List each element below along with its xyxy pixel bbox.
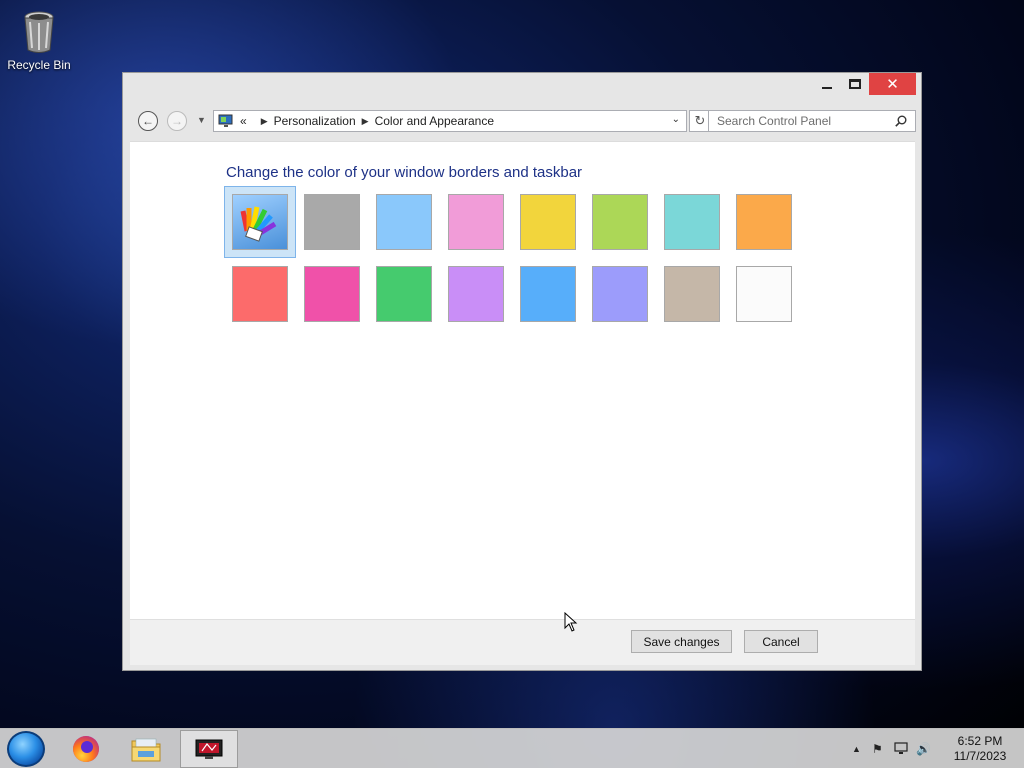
firefox-icon [73,736,99,762]
color-swatch[interactable] [376,194,432,250]
title-bar[interactable]: ✕ [123,73,921,97]
address-overflow[interactable]: « [240,114,247,128]
cancel-button[interactable]: Cancel [744,630,818,653]
navigation-bar: ← → ▼ « ▶ Personalization ▶ Color and Ap… [123,107,921,139]
color-swatch[interactable] [232,266,288,322]
color-swatch[interactable] [448,194,504,250]
volume-icon[interactable]: 🔊 [916,742,931,756]
taskbar-firefox[interactable] [57,730,115,768]
taskbar-control-panel[interactable] [180,730,238,768]
search-placeholder: Search Control Panel [717,114,832,128]
recycle-bin-icon [22,10,56,54]
color-swatch[interactable] [736,194,792,250]
forward-arrow-icon: → [171,114,183,128]
search-icon[interactable] [895,115,907,127]
recycle-bin-label: Recycle Bin [7,58,71,72]
clock-date: 11/7/2023 [953,749,1007,763]
breadcrumb-personalization[interactable]: Personalization [274,114,356,128]
color-palette-icon [232,194,288,250]
footer-bar: Save changes Cancel [130,619,915,665]
color-swatch[interactable] [520,266,576,322]
color-swatch[interactable] [520,194,576,250]
recent-pages-dropdown-icon[interactable]: ▼ [197,115,206,125]
breadcrumb-color-and-appearance[interactable]: Color and Appearance [375,114,494,128]
taskbar: ▲ ⚑ 🔊 6:52 PM 11/7/2023 [0,728,1024,768]
address-bar[interactable]: « ▶ Personalization ▶ Color and Appearan… [213,110,687,132]
color-swatch[interactable] [304,194,360,250]
close-icon: ✕ [886,76,899,93]
show-hidden-icons-icon[interactable]: ▲ [852,744,861,754]
content-pane: Change the color of your window borders … [130,141,915,619]
clock[interactable]: 6:52 PM 11/7/2023 [950,734,1010,764]
network-icon[interactable] [894,742,908,758]
search-input[interactable]: Search Control Panel [708,110,916,132]
color-swatch[interactable] [592,266,648,322]
system-tray: ▲ ⚑ 🔊 6:52 PM 11/7/2023 [844,729,1024,768]
save-changes-button[interactable]: Save changes [631,630,732,653]
close-button[interactable]: ✕ [869,73,916,95]
personalization-app-icon [195,739,223,759]
clock-time: 6:52 PM [957,734,1003,748]
control-panel-icon [218,114,234,128]
color-swatch[interactable] [592,194,648,250]
refresh-icon: ↻ [694,113,706,128]
back-arrow-icon: ← [142,114,154,128]
back-button[interactable]: ← [138,111,158,131]
page-title: Change the color of your window borders … [226,164,583,181]
maximize-button[interactable] [841,73,869,95]
folder-icon [131,738,161,762]
action-center-flag-icon[interactable]: ⚑ [872,742,883,756]
minimize-icon [822,87,832,89]
breadcrumb-separator-icon: ▶ [260,115,268,126]
desktop-icon-recycle-bin[interactable]: Recycle Bin [6,6,72,72]
forward-button[interactable]: → [167,111,187,131]
color-swatch[interactable] [304,266,360,322]
color-swatch[interactable] [664,266,720,322]
color-and-appearance-window: ✕ ← → ▼ « ▶ Personalization ▶ Color and … [122,72,922,671]
address-history-chevron-icon[interactable]: ⌄ [672,114,680,125]
color-swatch[interactable] [448,266,504,322]
color-swatch[interactable] [664,194,720,250]
breadcrumb-separator-icon: ▶ [361,115,369,126]
color-swatch[interactable] [376,266,432,322]
mouse-cursor-icon [564,612,578,632]
maximize-icon [849,79,861,89]
taskbar-file-explorer[interactable] [117,730,175,768]
color-swatch[interactable] [736,266,792,322]
minimize-button[interactable] [813,73,841,95]
start-button[interactable] [7,731,45,767]
